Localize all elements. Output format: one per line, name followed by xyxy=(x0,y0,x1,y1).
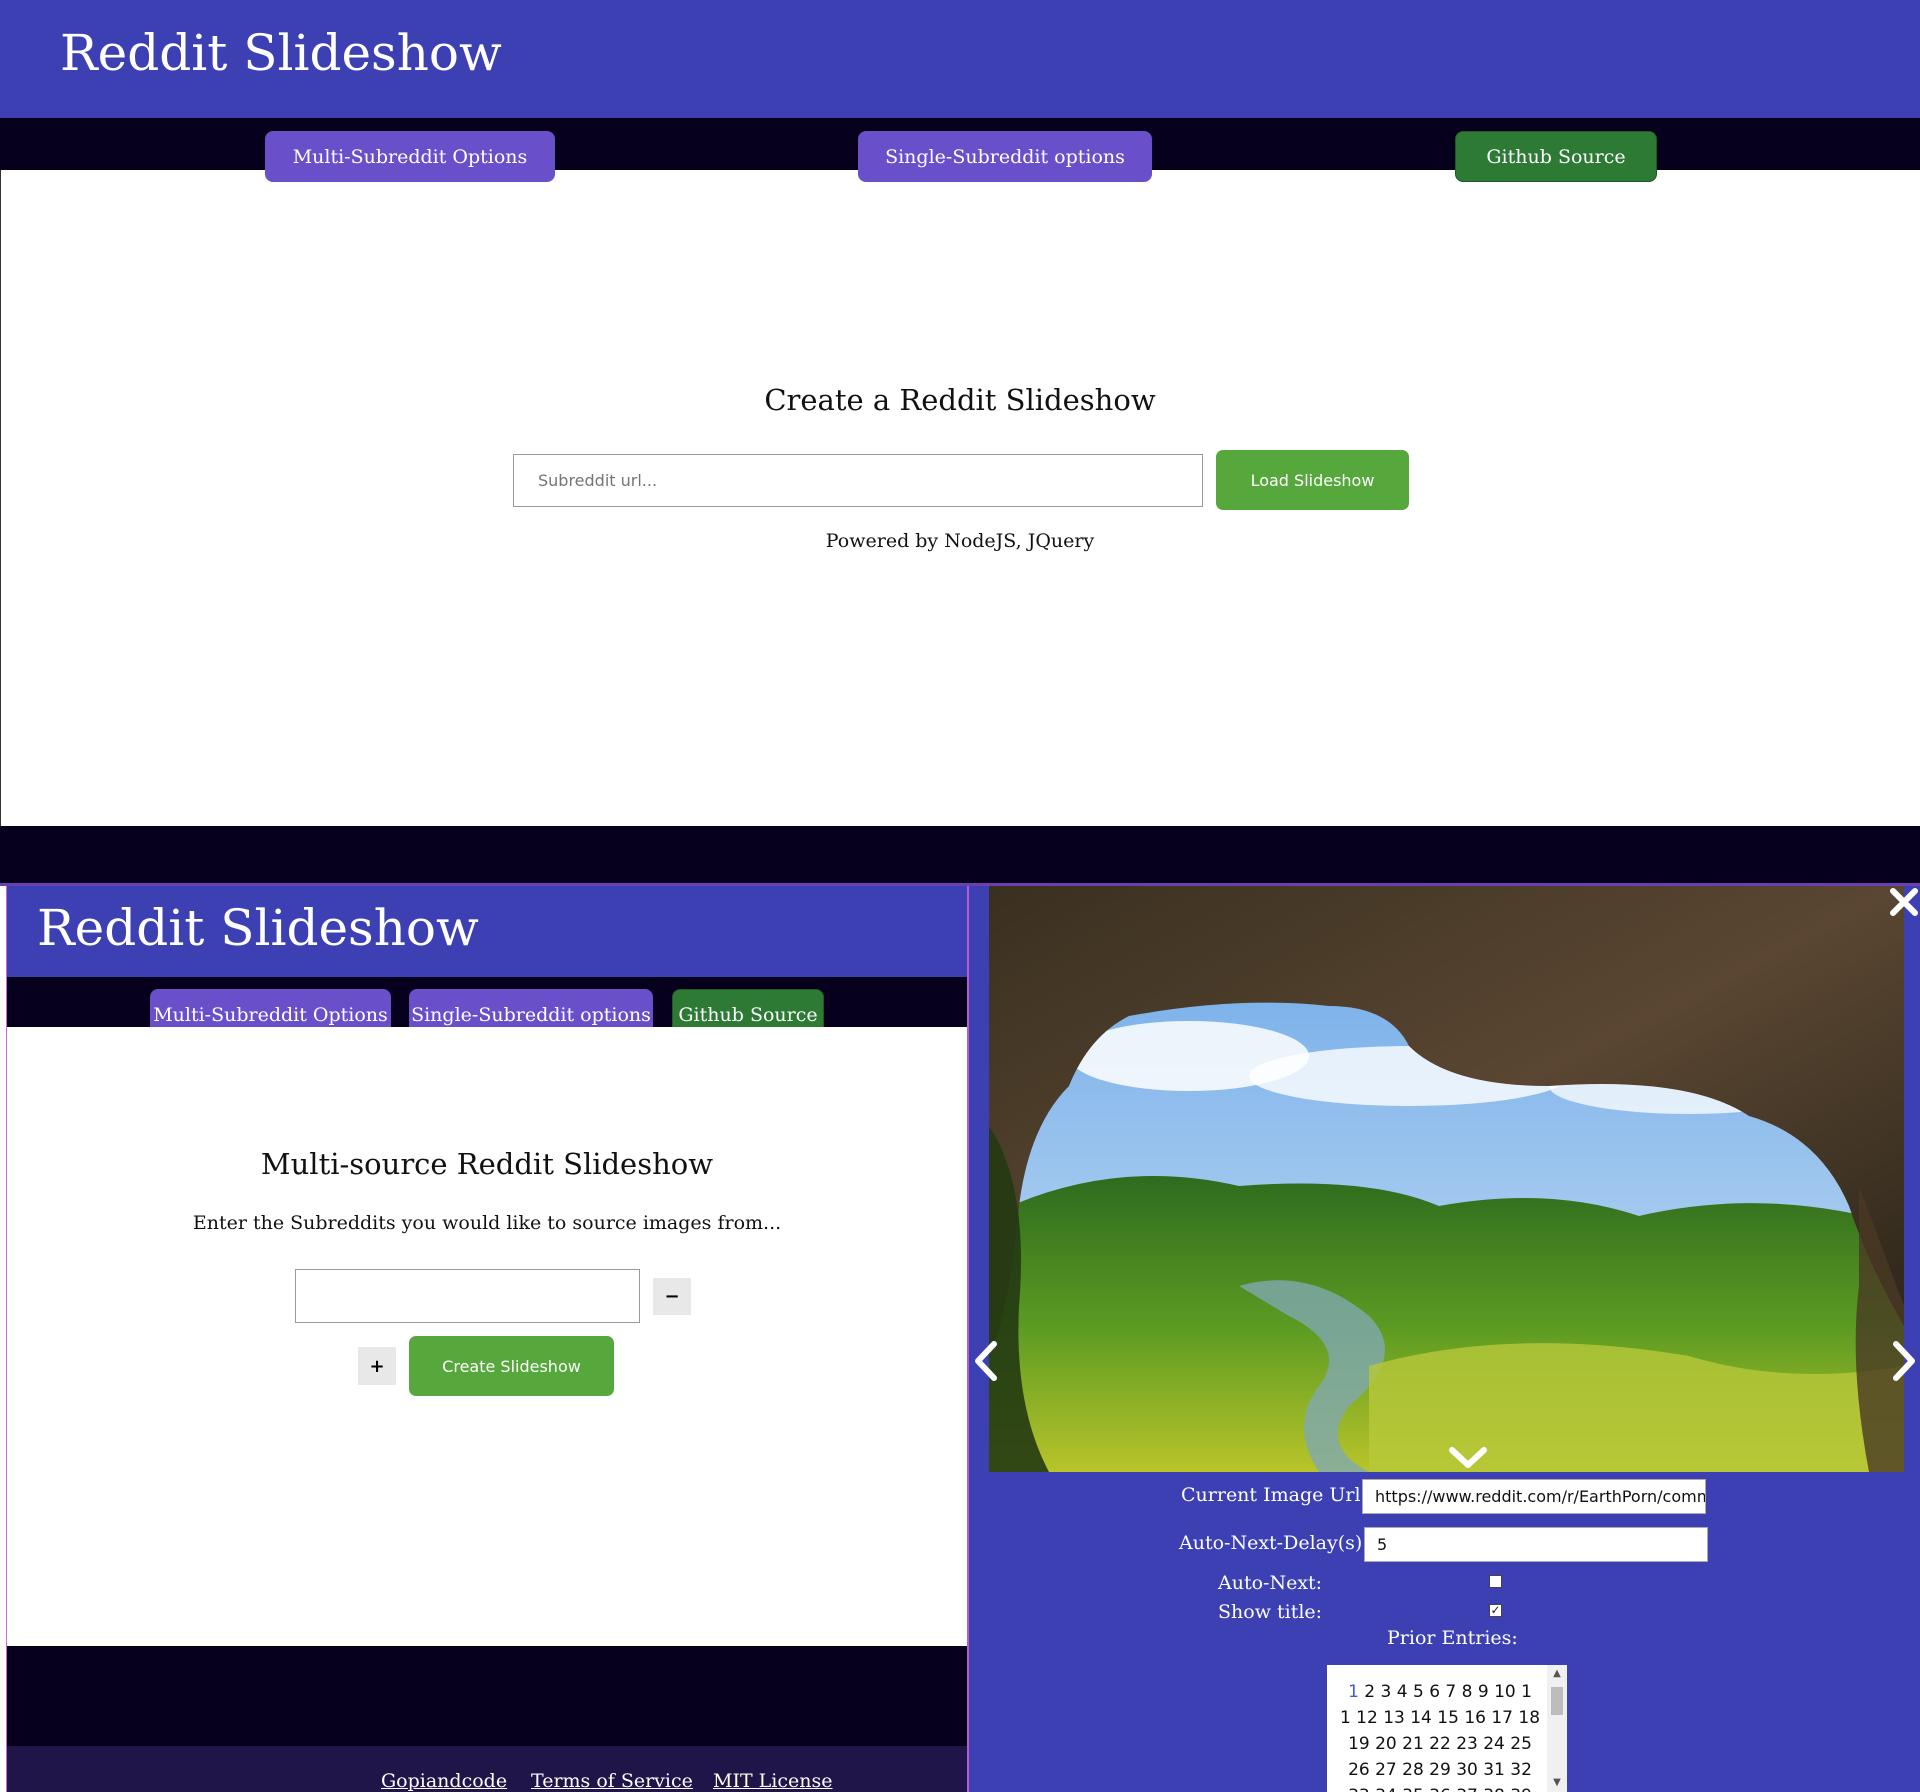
multi-source-heading: Multi-source Reddit Slideshow xyxy=(260,1147,714,1181)
remove-subreddit-button[interactable]: − xyxy=(653,1278,691,1315)
bottom-header: Reddit Slideshow xyxy=(7,886,967,977)
footer-link-mit-license[interactable]: MIT License xyxy=(713,1770,832,1792)
prior-entries-label: Prior Entries: xyxy=(1387,1627,1518,1649)
scroll-up-icon[interactable]: ▲ xyxy=(1547,1665,1567,1683)
auto-next-label: Auto-Next: xyxy=(1218,1572,1323,1594)
load-slideshow-button[interactable]: Load Slideshow xyxy=(1216,450,1409,510)
top-github-source-button[interactable]: Github Source xyxy=(1455,131,1657,182)
pager-row-3[interactable]: 19 20 21 22 23 24 25 xyxy=(1335,1731,1545,1757)
top-multi-subreddit-button[interactable]: Multi-Subreddit Options xyxy=(265,131,555,182)
prior-entries-list: 1 2 3 4 5 6 7 8 9 10 1 1 12 13 14 15 16 … xyxy=(1327,1665,1567,1792)
scrollbar-thumb[interactable] xyxy=(1551,1687,1563,1715)
pager-row-1-rest[interactable]: 2 3 4 5 6 7 8 9 10 1 xyxy=(1359,1682,1532,1702)
pager-scrollbar[interactable]: ▲ ▼ xyxy=(1547,1665,1567,1792)
close-icon[interactable] xyxy=(1888,886,1920,918)
subreddit-instructions: Enter the Subreddits you would like to s… xyxy=(192,1212,782,1234)
top-footer-bar xyxy=(0,826,1920,883)
pager-row-4[interactable]: 26 27 28 29 30 31 32 xyxy=(1335,1757,1545,1783)
pager-row-2[interactable]: 1 12 13 14 15 16 17 18 xyxy=(1335,1705,1545,1731)
prior-entries-pages: 1 2 3 4 5 6 7 8 9 10 1 1 12 13 14 15 16 … xyxy=(1335,1679,1545,1792)
create-slideshow-button[interactable]: Create Slideshow xyxy=(409,1336,614,1396)
pager-current-page[interactable]: 1 xyxy=(1348,1682,1359,1702)
cave-landscape-image xyxy=(989,886,1904,1472)
auto-next-delay-label: Auto-Next-Delay(s): xyxy=(1179,1532,1369,1554)
pager-row-5[interactable]: 33 34 35 36 37 38 39 xyxy=(1335,1783,1545,1792)
auto-next-delay-field[interactable]: 5 xyxy=(1364,1527,1708,1562)
footer-link-terms[interactable]: Terms of Service xyxy=(531,1770,693,1792)
chevron-right-icon[interactable] xyxy=(1890,1340,1918,1382)
powered-by-text: Powered by NodeJS, JQuery xyxy=(825,530,1095,552)
footer-link-gopiandcode[interactable]: Gopiandcode xyxy=(381,1770,507,1792)
bottom-dark-bar xyxy=(7,1646,967,1746)
current-image-url-field[interactable]: https://www.reddit.com/r/EarthPorn/comm xyxy=(1362,1479,1706,1514)
show-title-label: Show title: xyxy=(1218,1601,1323,1623)
auto-next-checkbox[interactable] xyxy=(1489,1575,1502,1588)
subreddit-url-input[interactable] xyxy=(513,454,1203,507)
top-content-left-border xyxy=(0,170,1,826)
subreddit-name-input[interactable] xyxy=(295,1269,640,1323)
top-header: Reddit Slideshow xyxy=(0,0,1920,118)
top-app-title: Reddit Slideshow xyxy=(60,24,502,82)
show-title-checkbox[interactable]: ✓ xyxy=(1489,1604,1502,1617)
scroll-down-icon[interactable]: ▼ xyxy=(1547,1774,1567,1792)
top-page-heading: Create a Reddit Slideshow xyxy=(764,383,1156,417)
add-subreddit-button[interactable]: + xyxy=(358,1347,396,1385)
chevron-down-icon[interactable] xyxy=(1448,1446,1488,1470)
slideshow-image xyxy=(989,886,1904,1472)
pager-row-1: 1 2 3 4 5 6 7 8 9 10 1 xyxy=(1335,1679,1545,1705)
top-single-subreddit-button[interactable]: Single-Subreddit options xyxy=(858,131,1152,182)
current-image-url-label: Current Image Url: xyxy=(1181,1484,1367,1506)
chevron-left-icon[interactable] xyxy=(972,1340,1000,1382)
bottom-app-title: Reddit Slideshow xyxy=(37,899,479,957)
